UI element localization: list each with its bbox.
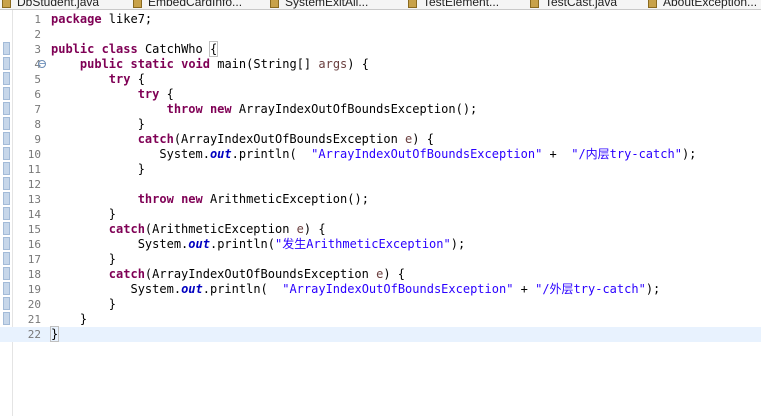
code-text: } — [79, 312, 88, 326]
code-text: throw new ArithmeticException(); — [137, 192, 369, 206]
code-text: public static void main(String[] args) { — [79, 57, 369, 71]
line-number: 10 — [27, 148, 41, 161]
code-line-9: 9 catch(ArrayIndexOutOfBoundsException e… — [0, 132, 761, 147]
line-number: 6 — [34, 88, 41, 101]
line-number: 21 — [27, 313, 41, 326]
tab-systemexitall[interactable]: SystemExitAll... — [270, 0, 368, 9]
code-text: System.out.println("发生ArithmeticExceptio… — [137, 237, 466, 251]
code-line-4: 4 − public static void main(String[] arg… — [0, 57, 761, 72]
line-number: 11 — [27, 163, 41, 176]
line-number: 2 — [34, 28, 41, 41]
code-line-20: 20 } — [0, 297, 761, 312]
java-file-icon — [2, 0, 11, 8]
tab-label: EmbedCardInfo... — [148, 0, 243, 9]
line-number: 12 — [27, 178, 41, 191]
tab-label: SystemExitAll... — [285, 0, 369, 9]
tab-aboutexception[interactable]: AboutException... — [648, 0, 757, 9]
java-file-icon — [648, 0, 657, 8]
code-line-1: 1 package like7; — [0, 12, 761, 27]
code-text: } — [108, 297, 117, 311]
tab-label: TestCast.java — [545, 0, 618, 9]
code-line-17: 17 } — [0, 252, 761, 267]
java-file-icon — [408, 0, 417, 8]
code-line-6: 6 try { — [0, 87, 761, 102]
code-line-5: 5 try { — [0, 72, 761, 87]
code-line-18: 18 catch(ArrayIndexOutOfBoundsException … — [0, 267, 761, 282]
line-number: 4 — [34, 58, 41, 71]
java-file-icon — [133, 0, 142, 8]
tab-testelement[interactable]: TestElement... — [408, 0, 499, 9]
java-file-icon — [270, 0, 279, 8]
code-text: try { — [108, 72, 145, 86]
tab-label: AboutException... — [663, 0, 758, 9]
line-number: 8 — [34, 118, 41, 131]
line-number: 15 — [27, 223, 41, 236]
tab-testcast[interactable]: TestCast.java — [530, 0, 617, 9]
code-text: throw new ArrayIndexOutOfBoundsException… — [166, 102, 478, 116]
editor-tab-bar: DbStudent.java EmbedCardInfo... SystemEx… — [0, 0, 761, 10]
code-line-11: 11 } — [0, 162, 761, 177]
line-number: 7 — [34, 103, 41, 116]
line-number: 3 — [34, 43, 41, 56]
code-line-22: 22 } — [0, 326, 761, 342]
line-number: 13 — [27, 193, 41, 206]
code-line-13: 13 throw new ArithmeticException(); — [0, 192, 761, 207]
code-text: public class CatchWho { — [51, 41, 219, 57]
code-text: } — [49, 326, 60, 342]
tab-embedcardinfo[interactable]: EmbedCardInfo... — [133, 0, 242, 9]
line-number: 1 — [34, 13, 41, 26]
code-line-14: 14 } — [0, 207, 761, 222]
code-line-12: 12 — [0, 177, 761, 192]
java-file-icon — [530, 0, 539, 8]
code-text: } — [137, 117, 145, 131]
tab-dbstudent[interactable]: DbStudent.java — [2, 0, 99, 9]
code-line-15: 15 catch(ArithmeticException e) { — [0, 222, 761, 237]
code-text: } — [108, 207, 117, 221]
code-line-7: 7 throw new ArrayIndexOutOfBoundsExcepti… — [0, 102, 761, 117]
tab-label: TestElement... — [423, 0, 500, 9]
code-line-8: 8 } — [0, 117, 761, 132]
code-line-3: 3 public class CatchWho { — [0, 41, 761, 57]
code-text: System.out.println( "ArrayIndexOutOfBoun… — [130, 282, 661, 296]
code-text: System.out.println( "ArrayIndexOutOfBoun… — [159, 147, 697, 161]
code-text: catch(ArithmeticException e) { — [108, 222, 326, 236]
line-number: 9 — [34, 133, 41, 146]
line-number: 14 — [27, 208, 41, 221]
code-text: } — [137, 162, 145, 176]
code-text: try { — [137, 87, 174, 101]
code-text: } — [108, 252, 117, 266]
code-line-16: 16 System.out.println("发生ArithmeticExcep… — [0, 237, 761, 252]
line-number: 5 — [34, 73, 41, 86]
line-number: 16 — [27, 238, 41, 251]
code-text: package like7; — [51, 12, 153, 26]
code-text: catch(ArrayIndexOutOfBoundsException e) … — [137, 132, 434, 146]
fold-collapse-icon[interactable]: − — [38, 60, 46, 68]
code-line-21: 21 } — [0, 312, 761, 327]
line-number: 22 — [27, 328, 41, 341]
line-number: 17 — [27, 253, 41, 266]
code-line-19: 19 System.out.println( "ArrayIndexOutOfB… — [0, 282, 761, 297]
line-number: 20 — [27, 298, 41, 311]
line-number: 19 — [27, 283, 41, 296]
tab-label: DbStudent.java — [17, 0, 100, 9]
code-line-10: 10 System.out.println( "ArrayIndexOutOfB… — [0, 147, 761, 162]
code-line-2: 2 — [0, 27, 761, 42]
code-text: catch(ArrayIndexOutOfBoundsException e) … — [108, 267, 406, 281]
line-number: 18 — [27, 268, 41, 281]
